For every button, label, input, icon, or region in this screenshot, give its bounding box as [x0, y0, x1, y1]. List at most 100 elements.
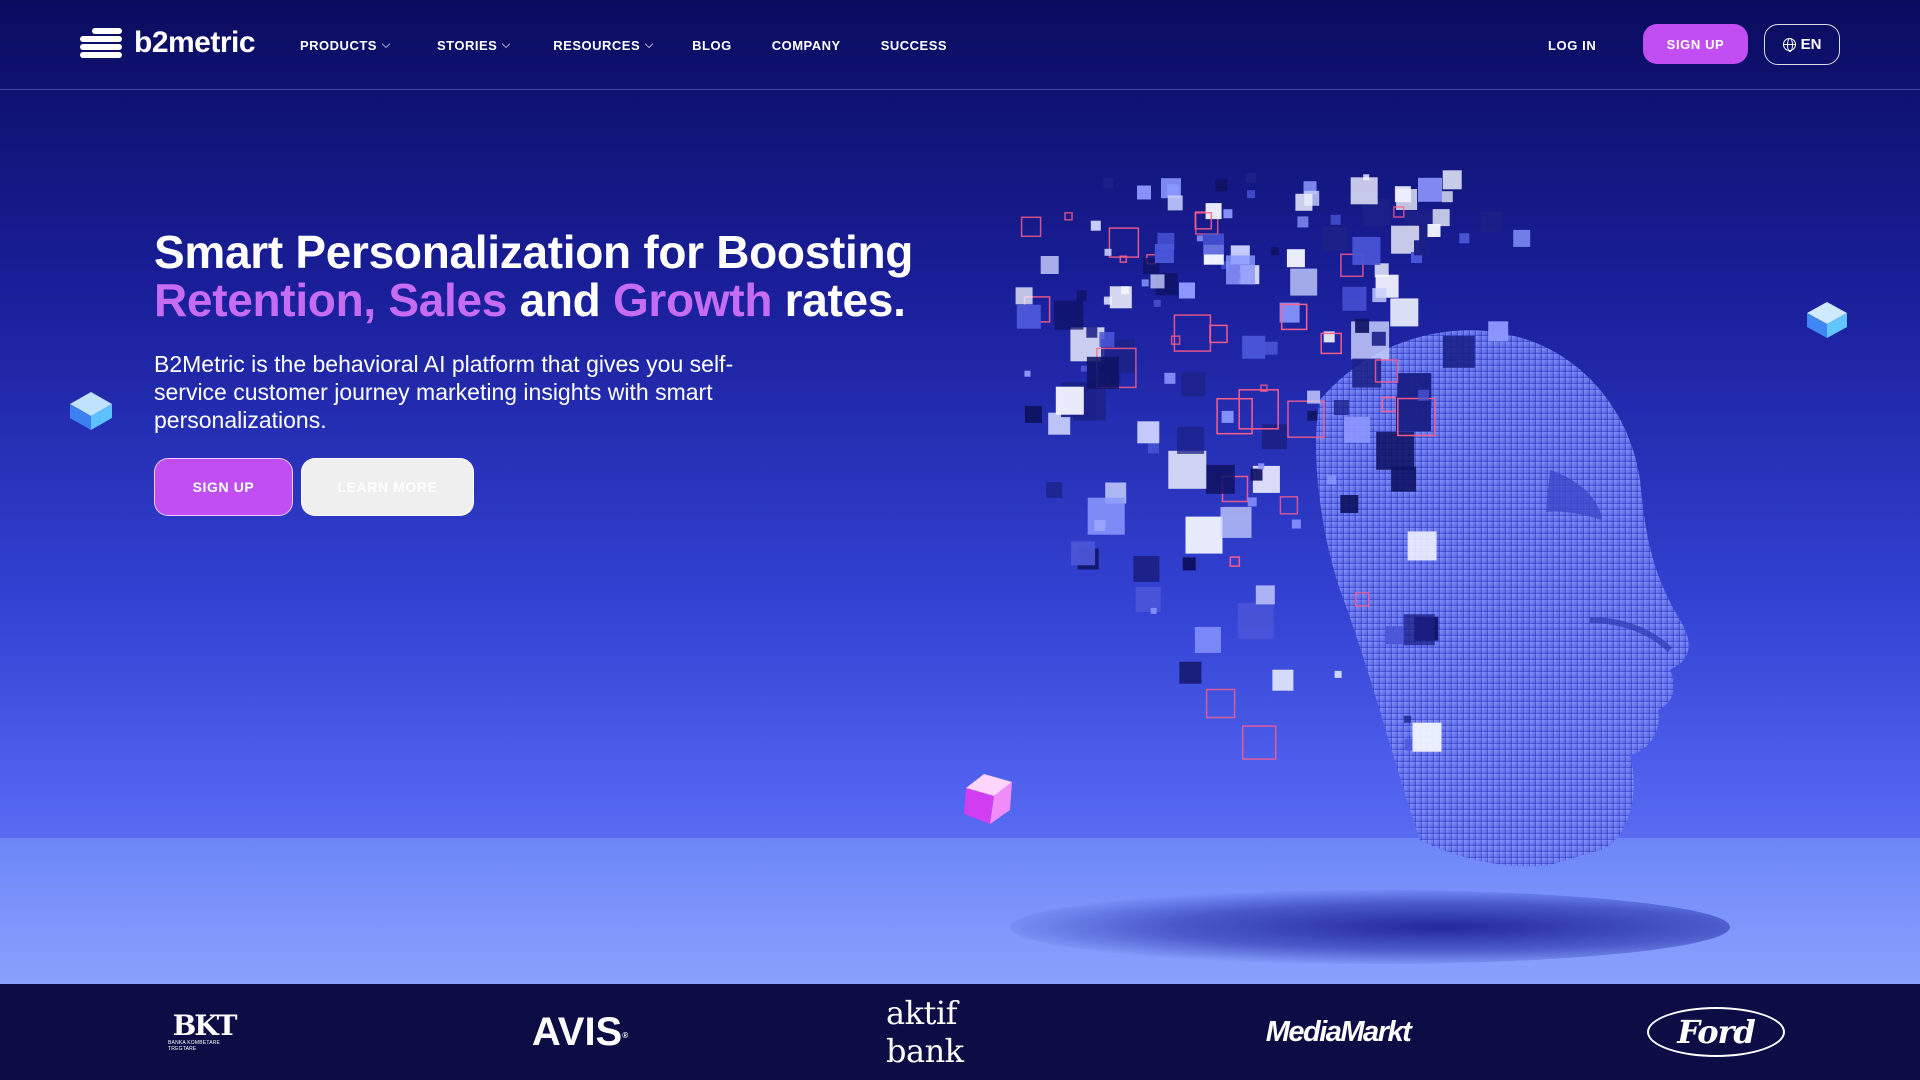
pixel-cube	[1150, 607, 1157, 614]
pixel-cube	[1024, 370, 1031, 377]
bkt-logo-tagline: BANKA KOMBETARE TREGTARE	[168, 1039, 221, 1052]
pixel-cube	[1333, 400, 1349, 415]
pixel-cube	[1205, 203, 1222, 220]
nav-item-blog[interactable]: BLOG	[692, 38, 732, 53]
pixel-cube	[1340, 495, 1359, 513]
b2metric-logo-icon	[80, 26, 122, 60]
pixel-cube	[1150, 274, 1165, 289]
pixel-cube	[1209, 324, 1228, 344]
pixel-cube	[1352, 236, 1381, 265]
pixel-cube	[1054, 300, 1084, 330]
pixel-cube	[1432, 209, 1450, 227]
pixel-cube	[1247, 497, 1257, 507]
pixel-cube	[1086, 356, 1119, 389]
pixel-cube	[1024, 405, 1042, 423]
hero-signup-button[interactable]: SIGN UP	[154, 458, 293, 516]
floating-cube-pink	[964, 774, 1012, 824]
ai-head-illustration	[1015, 170, 1689, 867]
nav-item-label: PRODUCTS	[300, 38, 377, 53]
pixel-cube	[1385, 626, 1404, 645]
pixel-cube	[1196, 235, 1203, 242]
pixel-cube	[1418, 177, 1442, 202]
pixel-cube	[1238, 389, 1279, 430]
headline-line-1: Smart Personalization for Boosting	[154, 226, 914, 278]
pixel-cube	[1103, 178, 1114, 189]
main-nav: PRODUCTS STORIES RESOURCES BLOG COMPANY …	[300, 38, 947, 53]
headline-word-rates: rates.	[784, 274, 906, 326]
chevron-down-icon	[644, 39, 654, 49]
pixel-cube	[1322, 226, 1348, 252]
nav-item-products[interactable]: PRODUCTS	[300, 38, 391, 53]
pixel-cube	[1342, 286, 1367, 311]
nav-item-company[interactable]: COMPANY	[772, 38, 841, 53]
pixel-cube	[1109, 286, 1132, 309]
pixel-cube	[1181, 372, 1206, 397]
pixel-cube	[1258, 463, 1265, 470]
pixel-cube	[1133, 555, 1160, 582]
pixel-cube	[1099, 332, 1115, 348]
pixel-cube	[1229, 556, 1241, 567]
nav-item-label: BLOG	[692, 38, 732, 53]
pixel-cube	[1221, 410, 1234, 423]
pixel-cube	[1247, 190, 1255, 199]
pixel-cube	[1396, 396, 1431, 432]
pixel-cube	[1418, 389, 1430, 401]
pixel-cube	[1153, 299, 1161, 307]
pixel-cube	[1279, 496, 1299, 515]
pixel-cube	[1295, 193, 1313, 211]
avis-logo: AVIS ®	[525, 984, 635, 1080]
avis-registered-mark: ®	[622, 1030, 629, 1040]
pixel-cube	[1286, 249, 1305, 268]
site-header: b2metric PRODUCTS STORIES RESOURCES BLOG…	[0, 0, 1920, 90]
floating-cube-right	[1807, 302, 1847, 338]
nav-item-resources[interactable]: RESOURCES	[553, 38, 654, 53]
pixel-cube	[1141, 279, 1149, 287]
aktifbank-logo: aktif bank	[886, 994, 964, 1070]
headline-word-sales: Sales	[388, 274, 508, 326]
nav-item-success[interactable]: SUCCESS	[881, 38, 947, 53]
pixel-cube	[1242, 335, 1266, 359]
hero-headline: Smart Personalization for Boosting Reten…	[154, 228, 913, 324]
pixel-cube	[1391, 466, 1417, 492]
pixel-cube	[1194, 626, 1221, 653]
pixel-cube	[1241, 725, 1277, 760]
language-label: EN	[1800, 36, 1822, 53]
pixel-cube	[1427, 224, 1441, 237]
pixel-cube	[1290, 268, 1318, 296]
pixel-cube	[1081, 365, 1087, 372]
pixel-cube	[1185, 516, 1223, 554]
pixel-cube	[1480, 211, 1502, 233]
pixel-cube	[1330, 214, 1341, 225]
pixel-cube	[1108, 227, 1140, 258]
pixel-cube	[1327, 475, 1337, 485]
nav-item-label: STORIES	[436, 38, 498, 53]
nav-item-label: COMPANY	[771, 38, 841, 53]
pixel-cube	[1404, 715, 1412, 723]
pixel-cube	[1148, 442, 1159, 454]
header-signup-button[interactable]: SIGN UP	[1643, 24, 1748, 64]
pixel-cube	[1137, 185, 1151, 200]
pixel-cube	[1272, 669, 1294, 691]
login-link[interactable]: LOG IN	[1548, 38, 1596, 53]
pixel-cube	[1203, 233, 1224, 255]
pixel-cube	[1372, 288, 1387, 303]
pixel-cube	[1168, 450, 1207, 489]
pixel-cube	[1087, 497, 1125, 535]
pixel-cube	[1205, 688, 1236, 719]
pixel-cube	[1237, 603, 1274, 640]
pixel-cube	[1279, 302, 1300, 323]
pixel-cube	[1220, 506, 1252, 538]
nav-item-stories[interactable]: STORIES	[436, 38, 511, 53]
headline-word-growth: Growth	[612, 274, 773, 326]
pixel-cube	[1350, 177, 1378, 205]
client-logos-strip: BKT BANKA KOMBETARE TREGTARE AVIS ® aktif…	[0, 984, 1920, 1080]
learn-more-button[interactable]: LEARN MORE	[301, 458, 474, 516]
pixel-cube	[1223, 209, 1233, 219]
language-selector[interactable]: EN	[1764, 24, 1840, 65]
brand-logo[interactable]: b2metric	[80, 26, 256, 60]
headline-word-retention: Retention,	[154, 274, 376, 326]
pixel-cube	[1170, 335, 1181, 345]
pixel-cube	[1135, 587, 1161, 613]
pixel-cube	[1226, 255, 1255, 285]
pixel-cube	[1270, 247, 1279, 256]
